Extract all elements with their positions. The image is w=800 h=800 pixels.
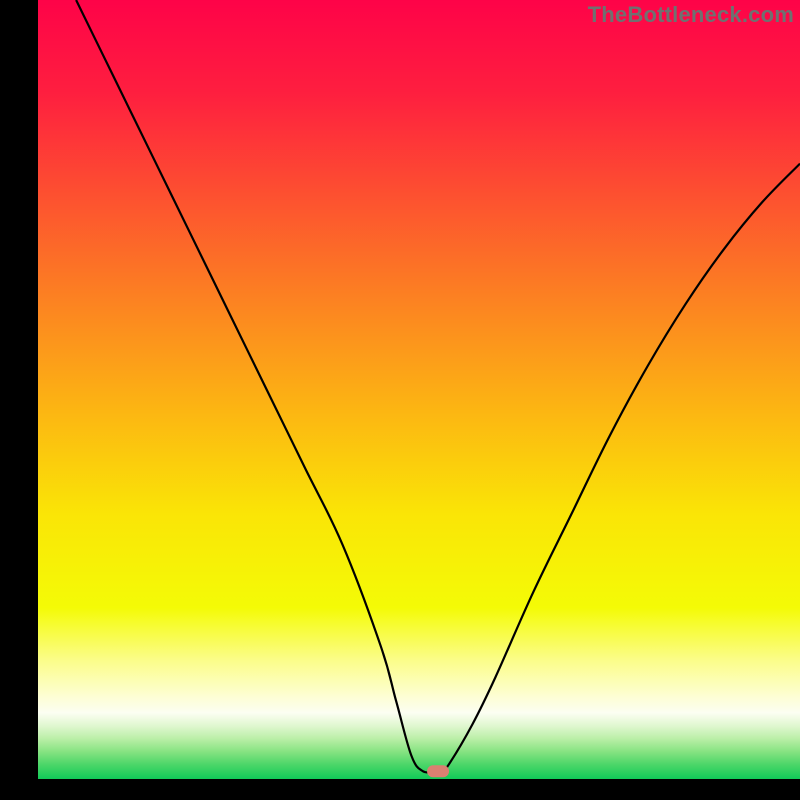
bottleneck-chart: [38, 0, 800, 779]
plot-area: TheBottleneck.com: [38, 0, 800, 779]
optimum-marker: [427, 765, 449, 777]
chart-frame: TheBottleneck.com: [0, 0, 800, 800]
gradient-background: [38, 0, 800, 779]
